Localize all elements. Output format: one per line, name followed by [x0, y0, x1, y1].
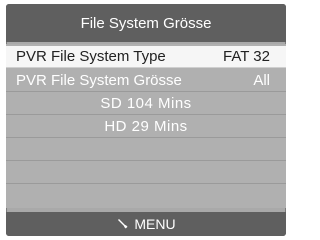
sd-time-text: SD 104 Mins — [100, 95, 192, 112]
pvr-file-system-grosse-label: PVR File System Grösse — [16, 72, 182, 89]
menu-footer[interactable]: MENU — [6, 212, 286, 236]
pvr-file-system-type-row[interactable]: PVR File System Type FAT 32 — [6, 46, 286, 68]
hd-info-row: HD 29 Mins — [6, 116, 286, 138]
pvr-file-system-grosse-value: All — [253, 72, 270, 89]
remote-icon — [116, 218, 128, 230]
pvr-file-system-type-label: PVR File System Type — [16, 48, 166, 65]
menu-label: MENU — [134, 216, 176, 232]
pvr-file-system-grosse-row[interactable]: PVR File System Grösse All — [6, 70, 286, 92]
window-title: File System Grösse — [6, 4, 286, 42]
empty-row — [6, 139, 286, 161]
hd-time-text: HD 29 Mins — [104, 118, 188, 135]
sd-info-row: SD 104 Mins — [6, 93, 286, 115]
settings-panel: File System Grösse PVR File System Type … — [6, 4, 286, 236]
pvr-file-system-type-value: FAT 32 — [223, 48, 270, 65]
empty-row — [6, 185, 286, 207]
empty-row — [6, 162, 286, 184]
menu-rows: PVR File System Type FAT 32 PVR File Sys… — [6, 44, 286, 208]
